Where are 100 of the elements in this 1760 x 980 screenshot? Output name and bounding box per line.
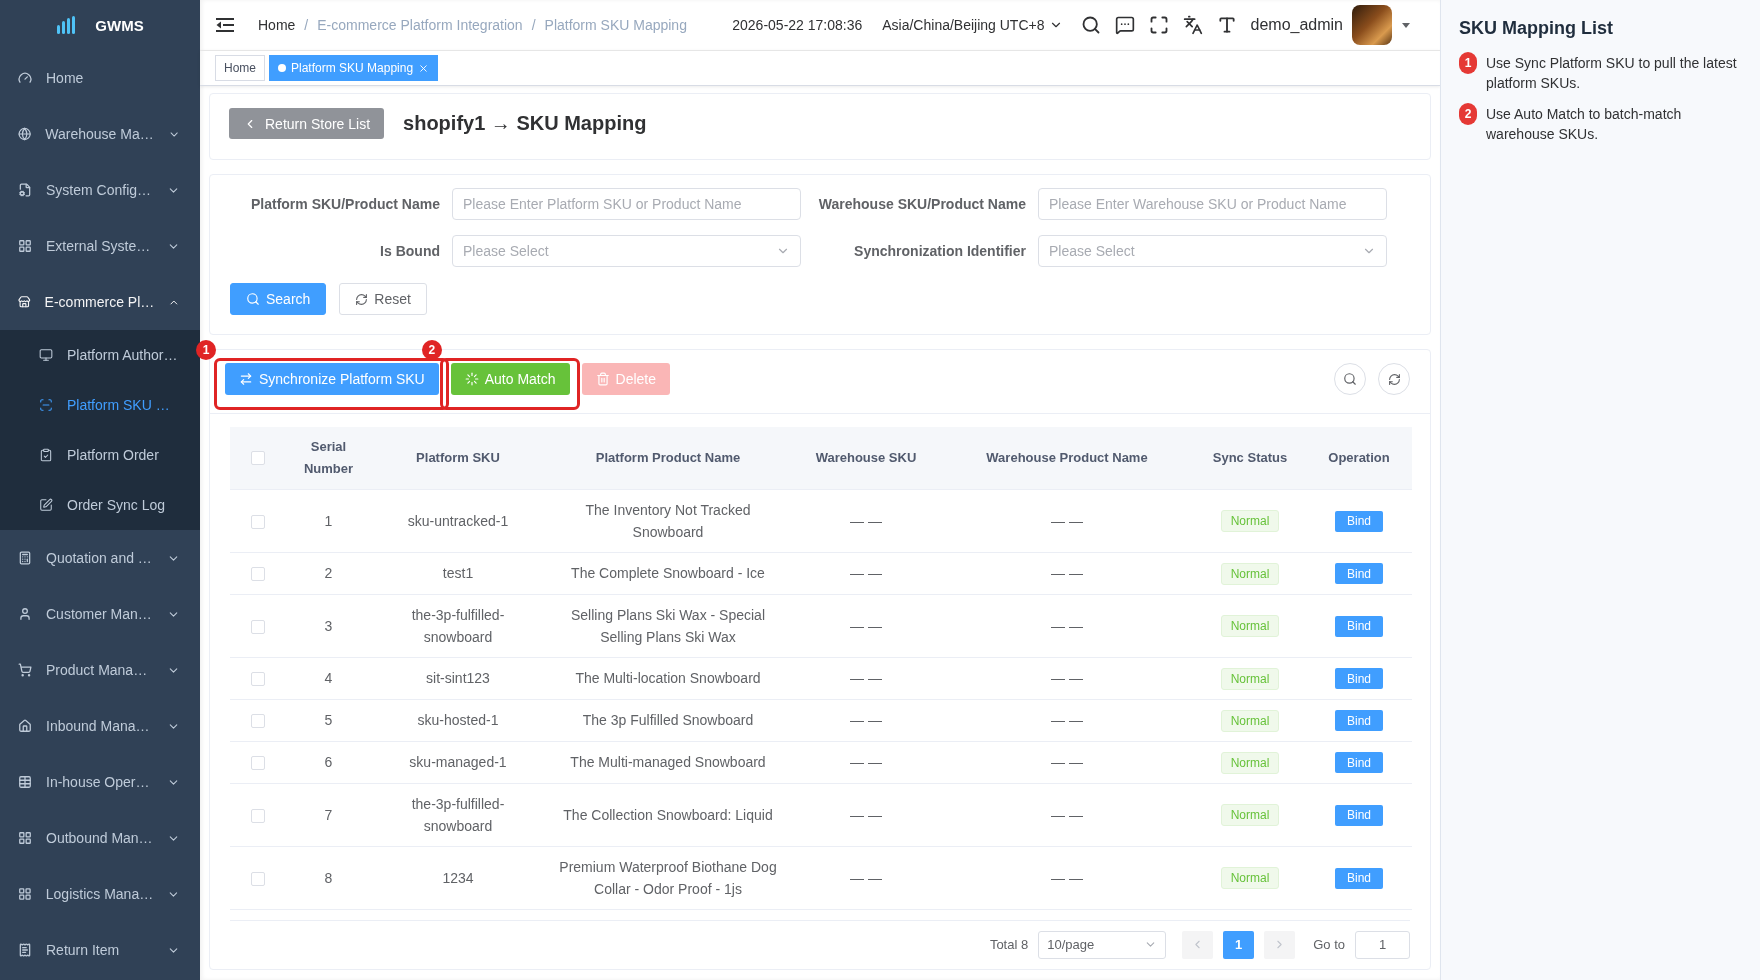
- grid-icon: [18, 239, 32, 253]
- refresh-button[interactable]: [1378, 363, 1410, 395]
- menu-item[interactable]: Home: [0, 50, 200, 106]
- date-time: 2026-05-22 17:08:36: [732, 17, 863, 33]
- swap-arrows-icon: [239, 372, 253, 386]
- table-cell: 6: [285, 741, 372, 783]
- goto-label: Go to: [1313, 937, 1345, 952]
- checkbox[interactable]: [250, 714, 265, 729]
- table-cell: — —: [940, 741, 1194, 783]
- search-icon: [1343, 372, 1357, 386]
- table-cell: sku-managed-1: [372, 741, 544, 783]
- reset-button[interactable]: Reset: [339, 283, 427, 315]
- trash-icon: [595, 372, 610, 386]
- avatar-placeholder[interactable]: [1352, 5, 1392, 45]
- menu-item[interactable]: Outbound Man…: [0, 810, 200, 866]
- breadcrumb-link[interactable]: Home: [258, 17, 296, 33]
- timezone-select[interactable]: Asia/China/Beijing UTC+8: [882, 17, 1063, 33]
- table-cell: — —: [792, 552, 940, 594]
- table-cell: — —: [940, 489, 1194, 552]
- menu-item[interactable]: Customer Man…: [0, 586, 200, 642]
- menu-item[interactable]: E-commerce Pl…: [0, 274, 200, 330]
- checkbox[interactable]: [250, 756, 265, 771]
- page-size-select[interactable]: 10/page: [1038, 930, 1167, 959]
- checkbox[interactable]: [250, 567, 265, 582]
- grid-icon: [18, 831, 32, 845]
- globe-icon: [18, 127, 32, 141]
- calculator-icon: [18, 551, 32, 565]
- table-cell: the-3p-fulfilled-snowboard: [372, 783, 544, 846]
- caret-down-icon[interactable]: [1402, 22, 1410, 28]
- grid-icon: [18, 887, 32, 901]
- status-tag: Normal: [1220, 615, 1280, 637]
- menu-item[interactable]: Product Mana…: [0, 642, 200, 698]
- step-text: Use Auto Match to batch-match warehouse SKUs.: [1486, 105, 1683, 144]
- text-size-icon[interactable]: [1216, 15, 1237, 35]
- translate-icon[interactable]: [1182, 15, 1203, 35]
- menu-item[interactable]: Return Item: [0, 922, 200, 978]
- refresh-icon: [1387, 372, 1401, 386]
- search-icon[interactable]: [1080, 15, 1101, 35]
- table-cell: The Inventory Not Tracked Snowboard: [544, 489, 792, 552]
- table-cell: 2: [285, 552, 372, 594]
- loader-icon: [464, 372, 479, 386]
- page-tab[interactable]: Home: [215, 55, 265, 81]
- input-field[interactable]: Please Enter Platform SKU or Product Name: [452, 188, 801, 220]
- checkbox[interactable]: [250, 451, 265, 466]
- table-cell: sit-sint123: [372, 657, 544, 699]
- menu-item[interactable]: External Syste…: [0, 218, 200, 274]
- search-button[interactable]: [1334, 363, 1366, 395]
- table-cell: The Complete Snowboard - Ice: [544, 552, 792, 594]
- checkbox[interactable]: [250, 808, 265, 823]
- pen-square-icon: [39, 498, 53, 512]
- menu-item[interactable]: Warehouse Ma…: [0, 106, 200, 162]
- checkbox[interactable]: [250, 672, 265, 687]
- step-badge: 1: [1459, 52, 1477, 74]
- menu-item[interactable]: Logistics Mana…: [0, 866, 200, 922]
- table-cell: sku-untracked-1: [372, 489, 544, 552]
- submenu-item[interactable]: Platform Order: [0, 430, 200, 480]
- logo-icon: [56, 15, 77, 35]
- column-header: Platform SKU: [372, 427, 544, 489]
- table-cell: 1: [285, 489, 372, 552]
- submenu-item[interactable]: Platform SKU …: [0, 380, 200, 430]
- table-cell: — —: [792, 657, 940, 699]
- table-cell: — —: [792, 783, 940, 846]
- table-cell: — —: [792, 594, 940, 657]
- status-tag: Normal: [1220, 751, 1280, 774]
- table-cell: 5: [285, 699, 372, 741]
- user-name[interactable]: demo_admin: [1250, 16, 1343, 34]
- status-tag: Normal: [1220, 510, 1280, 532]
- menu-item[interactable]: In-house Oper…: [0, 754, 200, 810]
- number-badge: 2: [421, 340, 442, 360]
- user-icon: [18, 607, 32, 621]
- field-label: Warehouse SKU/Product Name: [817, 196, 1027, 212]
- menu-icon[interactable]: [216, 17, 234, 33]
- table-cell: — —: [940, 699, 1194, 741]
- menu-item[interactable]: Quotation and …: [0, 530, 200, 586]
- table-cell: 1234: [372, 846, 544, 909]
- status-tag: Normal: [1220, 867, 1280, 889]
- table-cell: The Multi-location Snowboard: [544, 657, 792, 699]
- cart-icon: [18, 663, 32, 677]
- table-cell: The Collection Snowboard: Liquid: [544, 783, 792, 846]
- table-cell: test1: [372, 552, 544, 594]
- breadcrumb-text: Platform SKU Mapping: [544, 17, 687, 33]
- table-cell: — —: [940, 846, 1194, 909]
- column-header: Serial Number: [285, 427, 372, 489]
- input-field[interactable]: Please Enter Warehouse SKU or Product Name: [1038, 188, 1387, 220]
- menu-item[interactable]: Inbound Mana…: [0, 698, 200, 754]
- checkbox[interactable]: [250, 619, 265, 634]
- table-cell: 7: [285, 783, 372, 846]
- status-tag: Normal: [1220, 804, 1280, 826]
- checkbox[interactable]: [250, 871, 265, 886]
- fullscreen-icon[interactable]: [1148, 15, 1169, 35]
- chat-icon[interactable]: [1114, 15, 1135, 35]
- submenu-item[interactable]: Order Sync Log: [0, 480, 200, 530]
- column-header: Platform Product Name: [544, 427, 792, 489]
- close-icon[interactable]: [418, 62, 430, 74]
- status-tag: Normal: [1220, 562, 1280, 585]
- menu-item[interactable]: System Config…: [0, 162, 200, 218]
- checkbox[interactable]: [250, 514, 265, 529]
- table-cell: Premium Waterproof Biothane Dog Collar - Odor Proof - 1js: [544, 846, 792, 909]
- goto-page-field[interactable]: 1: [1355, 930, 1410, 959]
- table-icon: [18, 775, 32, 789]
